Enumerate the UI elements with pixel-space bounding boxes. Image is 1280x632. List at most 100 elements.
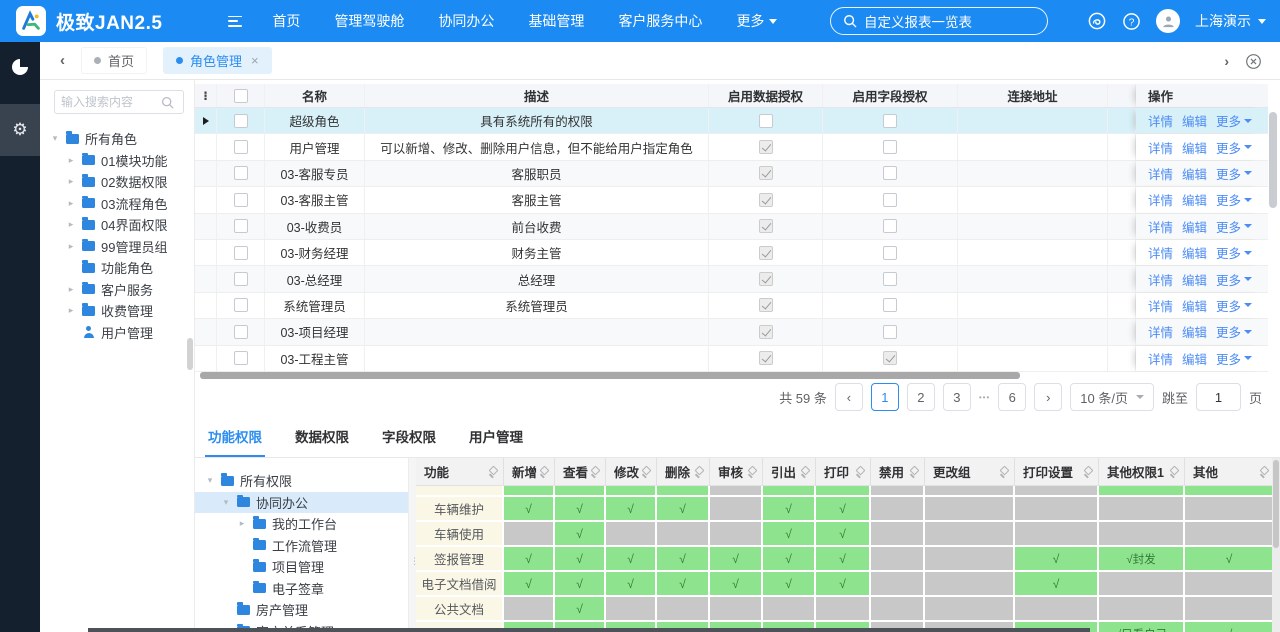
role-tree-item-7[interactable]: ▸客户服务 [40, 279, 194, 301]
row-checkbox[interactable] [234, 140, 248, 154]
perm-tab-3[interactable]: 用户管理 [466, 426, 526, 457]
perm-cell[interactable] [504, 597, 555, 620]
detail-link[interactable]: 详情 [1148, 243, 1173, 262]
perm-cell[interactable]: √ [606, 572, 657, 595]
perm-cell[interactable] [1099, 597, 1185, 620]
tree-expand-icon[interactable]: ▸ [66, 305, 76, 316]
row-checkbox[interactable] [234, 351, 248, 365]
role-tree-item-6[interactable]: 功能角色 [40, 257, 194, 279]
row-checkbox[interactable] [234, 219, 248, 233]
settings-rail-button[interactable]: ⚙ [0, 104, 40, 156]
perm-cell[interactable] [710, 522, 763, 545]
field-auth-checkbox[interactable] [883, 298, 897, 312]
nav-item-0[interactable]: 首页 [272, 11, 300, 31]
perm-cell[interactable] [1185, 597, 1272, 620]
nav-item-2[interactable]: 协同办公 [438, 11, 494, 31]
detail-link[interactable]: 详情 [1148, 164, 1173, 183]
more-actions-link[interactable]: 更多 [1216, 190, 1252, 209]
perm-cell[interactable]: √ [763, 497, 816, 520]
page-button-6[interactable]: 6 [998, 383, 1026, 411]
pin-icon[interactable] [800, 467, 810, 477]
role-tree-item-9[interactable]: 用户管理 [40, 322, 194, 344]
perm-cell[interactable] [1015, 597, 1099, 620]
perm-cell[interactable]: √ [504, 547, 555, 570]
tree-expand-icon[interactable]: ▸ [66, 219, 76, 230]
perm-cell[interactable] [1099, 486, 1185, 495]
perm-cell[interactable] [606, 597, 657, 620]
pin-icon[interactable] [1259, 467, 1269, 477]
field-auth-checkbox[interactable] [883, 325, 897, 339]
data-auth-checkbox[interactable] [759, 219, 773, 233]
perm-cell[interactable] [606, 486, 657, 495]
perm-tree-item-5[interactable]: 电子签章 [195, 578, 408, 600]
next-page-button[interactable]: › [1034, 383, 1062, 411]
row-checkbox[interactable] [234, 246, 248, 260]
edit-link[interactable]: 编辑 [1182, 296, 1207, 315]
perm-cell[interactable] [816, 597, 871, 620]
perm-cell[interactable] [1015, 497, 1099, 520]
tree-collapse-icon[interactable]: ▾ [205, 475, 215, 486]
row-checkbox[interactable] [234, 298, 248, 312]
jump-page-input[interactable] [1196, 383, 1241, 411]
edit-link[interactable]: 编辑 [1182, 164, 1207, 183]
perm-cell[interactable]: √ [657, 547, 710, 570]
more-actions-link[interactable]: 更多 [1216, 164, 1252, 183]
perm-cell[interactable]: √ [504, 572, 555, 595]
role-tree-search[interactable] [54, 90, 184, 114]
role-tree-item-1[interactable]: ▸01模块功能 [40, 150, 194, 172]
row-checkbox[interactable] [234, 114, 248, 128]
close-tab-icon[interactable]: × [251, 53, 259, 68]
perm-cell[interactable]: √ [555, 497, 606, 520]
role-tree-item-2[interactable]: ▸02数据权限 [40, 171, 194, 193]
nav-item-4[interactable]: 客户服务中心 [618, 11, 702, 31]
row-checkbox[interactable] [234, 272, 248, 286]
edit-link[interactable]: 编辑 [1182, 243, 1207, 262]
more-actions-link[interactable]: 更多 [1216, 217, 1252, 236]
perm-cell[interactable] [657, 486, 710, 495]
detail-link[interactable]: 详情 [1148, 217, 1173, 236]
perm-cell[interactable] [871, 522, 925, 545]
perm-cell[interactable]: √ [710, 547, 763, 570]
perm-tree-item-4[interactable]: 项目管理 [195, 556, 408, 578]
perm-cell[interactable] [871, 547, 925, 570]
perm-cell[interactable] [925, 497, 1015, 520]
tree-expand-icon[interactable]: ▸ [237, 518, 247, 529]
role-tree-item-3[interactable]: ▸03流程角色 [40, 193, 194, 215]
panel-splitter[interactable]: ⋮ [408, 458, 416, 632]
tree-expand-icon[interactable]: ▸ [66, 155, 76, 166]
perm-cell[interactable] [871, 597, 925, 620]
field-auth-checkbox[interactable] [883, 351, 897, 365]
data-auth-checkbox[interactable] [759, 272, 773, 286]
role-tree-scrollbar[interactable] [187, 338, 193, 370]
nav-more-menu[interactable]: 更多 [736, 11, 777, 31]
dashboard-rail-button[interactable] [0, 42, 40, 92]
perm-cell[interactable]: √ [763, 547, 816, 570]
select-all-checkbox[interactable] [234, 89, 248, 103]
perm-cell[interactable] [710, 497, 763, 520]
perm-tree-item-0[interactable]: ▾所有权限 [195, 470, 408, 492]
tree-expand-icon[interactable]: ▸ [66, 241, 76, 252]
nav-item-3[interactable]: 基础管理 [528, 11, 584, 31]
pin-icon[interactable] [641, 467, 651, 477]
page-tab-0[interactable]: 首页 [81, 47, 147, 74]
more-actions-link[interactable]: 更多 [1216, 138, 1252, 157]
perm-tree-item-3[interactable]: 工作流管理 [195, 535, 408, 557]
tree-collapse-icon[interactable]: ▾ [221, 497, 231, 508]
column-menu-icon[interactable]: ⁝ [195, 84, 217, 107]
more-actions-link[interactable]: 更多 [1216, 270, 1252, 289]
row-checkbox[interactable] [234, 325, 248, 339]
collapse-menu-icon[interactable] [228, 16, 242, 27]
field-auth-checkbox[interactable] [883, 114, 897, 128]
perm-cell[interactable]: √ [816, 497, 871, 520]
perm-cell[interactable] [1185, 572, 1272, 595]
user-menu[interactable]: 上海演示 [1195, 11, 1266, 31]
perm-tree-item-2[interactable]: ▸我的工作台 [195, 513, 408, 535]
page-ellipsis[interactable]: ••• [979, 393, 990, 402]
field-auth-checkbox[interactable] [883, 246, 897, 260]
data-auth-checkbox[interactable] [759, 193, 773, 207]
detail-link[interactable]: 详情 [1148, 296, 1173, 315]
role-tree-search-input[interactable] [61, 95, 161, 109]
field-auth-checkbox[interactable] [883, 193, 897, 207]
perm-cell[interactable]: √ [1185, 622, 1272, 632]
pin-icon[interactable] [488, 467, 498, 477]
